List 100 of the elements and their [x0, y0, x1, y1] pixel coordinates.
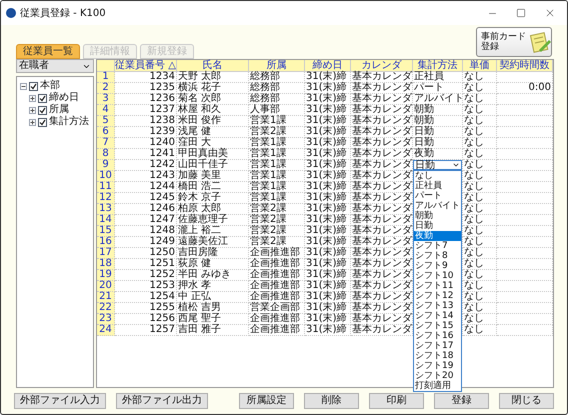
table-cell: 31(末)締 [305, 226, 351, 237]
column-header[interactable]: 氏名 [177, 60, 249, 72]
action-button[interactable]: 所属設定 [239, 393, 294, 409]
dropdown-option[interactable]: シフト14 [414, 311, 461, 321]
dropdown-option[interactable]: シフト20 [414, 371, 461, 381]
action-button[interactable]: 削除 [304, 393, 359, 409]
row-number: 24 [97, 325, 115, 336]
table-cell: 31(末)締 [305, 83, 351, 94]
expand-icon[interactable] [29, 94, 36, 102]
table-cell: 企画推進部 [249, 325, 305, 336]
table-cell: 企画推進部 [249, 292, 305, 303]
table-cell: 営業1課 [249, 138, 305, 149]
action-button[interactable]: 閉じる [499, 393, 554, 409]
dropdown-option[interactable]: シフト11 [414, 281, 461, 291]
row-number: 15 [97, 226, 115, 237]
table-cell: 基本カレンダ [351, 193, 413, 204]
column-header[interactable]: 所属 [249, 60, 305, 72]
dropdown-option[interactable]: シフト9 [414, 261, 461, 271]
column-header[interactable]: 単価 [463, 60, 497, 72]
table-cell: 半田 みゆき [177, 270, 249, 281]
dropdown-option[interactable]: シフト12 [414, 291, 461, 301]
filter-dropdown[interactable]: 在職者 [16, 59, 94, 73]
action-button[interactable]: 印刷 [369, 393, 424, 409]
dropdown-option[interactable]: 朝勤 [414, 211, 461, 221]
table-cell: 基本カレンダ [351, 182, 413, 193]
table-cell: 1250 [115, 248, 177, 259]
table-cell: 基本カレンダ [351, 204, 413, 215]
action-button[interactable]: 外部ファイル出力 [116, 393, 208, 409]
collapse-icon[interactable] [20, 82, 27, 90]
dropdown-option[interactable]: 日勤 [414, 221, 461, 231]
tree-item[interactable]: 本部 [40, 80, 60, 92]
row-number: 3 [97, 94, 115, 105]
maximize-icon[interactable] [516, 8, 526, 18]
row-number: 22 [97, 303, 115, 314]
row-number: 1 [97, 72, 115, 83]
table-cell: 天野 太郎 [177, 72, 249, 83]
close-icon[interactable] [544, 7, 556, 19]
table-cell: なし [463, 292, 497, 303]
checkbox[interactable] [29, 82, 38, 90]
table-cell: 営業1課 [249, 193, 305, 204]
expand-icon[interactable] [29, 118, 36, 126]
column-header[interactable]: 契約時間数 [497, 60, 553, 72]
card-register-button[interactable]: 事前カード登録 [476, 27, 552, 57]
table-cell: 基本カレンダ [351, 292, 413, 303]
column-header[interactable]: 集計方法 [413, 60, 463, 72]
table-cell: なし [463, 248, 497, 259]
table-cell: 荻原 健 [177, 259, 249, 270]
dropdown-option[interactable]: シフト7 [414, 241, 461, 251]
dropdown-option[interactable]: 正社員 [414, 181, 461, 191]
column-header[interactable]: 従業員番号 △ [115, 60, 177, 72]
column-header[interactable]: カレンダ [351, 60, 413, 72]
dropdown-option[interactable]: シフト17 [414, 341, 461, 351]
checkbox[interactable] [38, 118, 47, 126]
dropdown-option[interactable]: シフト19 [414, 361, 461, 371]
row-number: 18 [97, 259, 115, 270]
column-header[interactable]: 締め日 [305, 60, 351, 72]
tree-item[interactable]: 集計方法 [49, 116, 89, 128]
table-cell: 1253 [115, 281, 177, 292]
table-cell: 1234 [115, 72, 177, 83]
tab[interactable]: 従業員一覧 [16, 44, 80, 59]
table-cell: なし [463, 259, 497, 270]
checkbox[interactable] [38, 106, 47, 114]
method-dropdown[interactable]: 日勤 [413, 160, 462, 170]
expand-icon[interactable] [29, 106, 36, 114]
table-cell: 1239 [115, 127, 177, 138]
dropdown-option[interactable]: シフト18 [414, 351, 461, 361]
dropdown-option[interactable]: 夜勤 [414, 231, 461, 241]
table-cell: 営業1課 [249, 182, 305, 193]
dropdown-option[interactable]: シフト8 [414, 251, 461, 261]
table-cell: 基本カレンダ [351, 259, 413, 270]
table-cell: 1237 [115, 105, 177, 116]
table-cell: 基本カレンダ [351, 226, 413, 237]
table-cell: 基本カレンダ [351, 149, 413, 160]
dropdown-option[interactable]: アルバイト [414, 201, 461, 211]
row-number: 16 [97, 237, 115, 248]
dropdown-option[interactable]: 打刻適用 [414, 381, 461, 391]
dropdown-option[interactable]: シフト16 [414, 331, 461, 341]
action-button[interactable]: 外部ファイル入力 [14, 393, 106, 409]
table-cell: なし [463, 138, 497, 149]
table-cell: 朝勤 [413, 105, 463, 116]
table-cell: 基本カレンダ [351, 281, 413, 292]
table-cell: 林屋 和久 [177, 105, 249, 116]
table-cell: 1255 [115, 303, 177, 314]
table-cell: アルバイト [413, 94, 463, 105]
table-cell: なし [463, 270, 497, 281]
table-cell: 基本カレンダ [351, 72, 413, 83]
dropdown-option[interactable]: パート [414, 191, 461, 201]
tree-item[interactable]: 締め日 [49, 92, 79, 104]
row-number: 5 [97, 116, 115, 127]
checkbox[interactable] [38, 94, 47, 102]
dropdown-option[interactable]: なし [414, 171, 461, 181]
row-number: 7 [97, 138, 115, 149]
table-cell: 営業1課 [249, 171, 305, 182]
table-cell: 31(末)締 [305, 270, 351, 281]
dropdown-option[interactable]: シフト13 [414, 301, 461, 311]
action-button[interactable]: 登録 [434, 393, 489, 409]
tree-item[interactable]: 所属 [49, 104, 69, 116]
table-cell: 基本カレンダ [351, 138, 413, 149]
dropdown-option[interactable]: シフト15 [414, 321, 461, 331]
dropdown-option[interactable]: シフト10 [414, 271, 461, 281]
